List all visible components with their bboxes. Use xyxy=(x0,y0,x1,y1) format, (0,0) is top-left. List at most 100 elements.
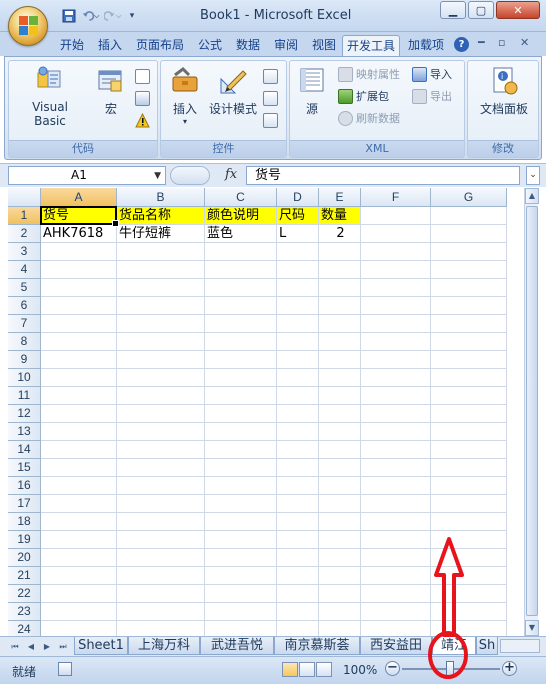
cell[interactable] xyxy=(319,549,361,567)
cell[interactable] xyxy=(205,333,277,351)
cell[interactable] xyxy=(361,603,431,621)
properties-button[interactable] xyxy=(263,67,278,85)
cell[interactable] xyxy=(431,603,507,621)
cell[interactable] xyxy=(277,477,319,495)
cell[interactable] xyxy=(277,279,319,297)
cell[interactable]: 数量 xyxy=(319,207,361,225)
tab-formulas[interactable]: 公式 xyxy=(192,35,228,56)
tab-add-ins[interactable]: 加载项 xyxy=(402,35,450,56)
cell[interactable] xyxy=(431,423,507,441)
cell[interactable] xyxy=(117,297,205,315)
cell[interactable] xyxy=(361,297,431,315)
cell[interactable] xyxy=(205,441,277,459)
cell[interactable] xyxy=(319,495,361,513)
cell[interactable] xyxy=(431,405,507,423)
cell[interactable] xyxy=(319,369,361,387)
cell[interactable] xyxy=(361,243,431,261)
cell[interactable] xyxy=(41,549,117,567)
cell[interactable]: AHK7618 xyxy=(41,225,117,243)
cell[interactable] xyxy=(117,279,205,297)
zoom-level[interactable]: 100% xyxy=(343,663,377,677)
cell[interactable] xyxy=(41,297,117,315)
row-header[interactable]: 16 xyxy=(8,477,41,495)
cell[interactable] xyxy=(361,225,431,243)
cell[interactable] xyxy=(117,549,205,567)
cell[interactable]: 蓝色 xyxy=(205,225,277,243)
cell[interactable] xyxy=(277,441,319,459)
cell[interactable] xyxy=(205,315,277,333)
row-header[interactable]: 11 xyxy=(8,387,41,405)
cell[interactable] xyxy=(431,207,507,225)
cell[interactable] xyxy=(361,441,431,459)
cell[interactable] xyxy=(277,405,319,423)
cell[interactable] xyxy=(41,405,117,423)
cell[interactable] xyxy=(431,477,507,495)
run-dialog-button[interactable] xyxy=(263,111,278,129)
close-button[interactable]: ✕ xyxy=(496,1,540,19)
formula-resize-handle[interactable] xyxy=(170,166,210,185)
cell[interactable] xyxy=(431,387,507,405)
cell[interactable] xyxy=(361,477,431,495)
design-mode-button[interactable]: 设计模式 xyxy=(207,65,259,117)
cell[interactable] xyxy=(361,369,431,387)
cell[interactable] xyxy=(41,441,117,459)
cell[interactable] xyxy=(205,423,277,441)
prev-sheet-icon[interactable]: ◀ xyxy=(24,640,38,654)
cell[interactable] xyxy=(361,279,431,297)
cell[interactable] xyxy=(431,531,507,549)
undo-icon[interactable] xyxy=(82,7,100,25)
cell[interactable] xyxy=(117,567,205,585)
cell[interactable] xyxy=(361,387,431,405)
cell[interactable] xyxy=(277,261,319,279)
cell[interactable] xyxy=(277,387,319,405)
cell[interactable] xyxy=(117,315,205,333)
cell[interactable] xyxy=(205,405,277,423)
cell[interactable] xyxy=(361,549,431,567)
cell[interactable] xyxy=(205,603,277,621)
cell[interactable] xyxy=(361,531,431,549)
cell[interactable] xyxy=(319,585,361,603)
cell[interactable]: 牛仔短裤 xyxy=(117,225,205,243)
source-button[interactable]: 源 xyxy=(294,65,330,117)
cell[interactable] xyxy=(117,495,205,513)
row-header[interactable]: 19 xyxy=(8,531,41,549)
tab-developer[interactable]: 开发工具 xyxy=(342,35,400,56)
page-layout-view-icon[interactable] xyxy=(299,662,315,677)
cell[interactable] xyxy=(319,297,361,315)
redo-icon[interactable] xyxy=(104,7,122,25)
column-header[interactable]: D xyxy=(277,188,319,207)
cell[interactable] xyxy=(41,459,117,477)
cell[interactable] xyxy=(277,549,319,567)
row-header[interactable]: 10 xyxy=(8,369,41,387)
cell[interactable] xyxy=(319,603,361,621)
cell[interactable] xyxy=(277,297,319,315)
sheet-tab-sheet1[interactable]: Sheet1 xyxy=(74,637,128,655)
cell[interactable] xyxy=(41,243,117,261)
sheet-tab-shanghai-vanke[interactable]: 上海万科 xyxy=(128,637,200,655)
document-panel-button[interactable]: i 文档面板 xyxy=(470,65,538,117)
cell[interactable] xyxy=(361,423,431,441)
insert-control-button[interactable]: 插入 ▾ xyxy=(165,65,205,126)
cell[interactable] xyxy=(277,315,319,333)
office-button[interactable] xyxy=(8,6,48,46)
cell[interactable] xyxy=(277,495,319,513)
cell[interactable] xyxy=(41,621,117,636)
row-header[interactable]: 12 xyxy=(8,405,41,423)
next-sheet-icon[interactable]: ▶ xyxy=(40,640,54,654)
cell[interactable] xyxy=(277,369,319,387)
cell[interactable] xyxy=(319,243,361,261)
ribbon-restore-icon[interactable]: ▫ xyxy=(498,36,505,49)
row-header[interactable]: 18 xyxy=(8,513,41,531)
row-header[interactable]: 2 xyxy=(8,225,41,243)
formula-input[interactable]: 货号 xyxy=(246,166,520,185)
cell[interactable] xyxy=(41,495,117,513)
macro-button[interactable]: 宏 xyxy=(91,65,131,117)
cell[interactable] xyxy=(431,225,507,243)
column-header[interactable]: B xyxy=(117,188,205,207)
cell[interactable] xyxy=(431,243,507,261)
row-header[interactable]: 21 xyxy=(8,567,41,585)
cell[interactable] xyxy=(205,387,277,405)
name-box[interactable]: A1 ▼ xyxy=(8,166,166,185)
cell[interactable] xyxy=(361,405,431,423)
map-properties-button[interactable]: 映射属性 xyxy=(338,65,400,83)
